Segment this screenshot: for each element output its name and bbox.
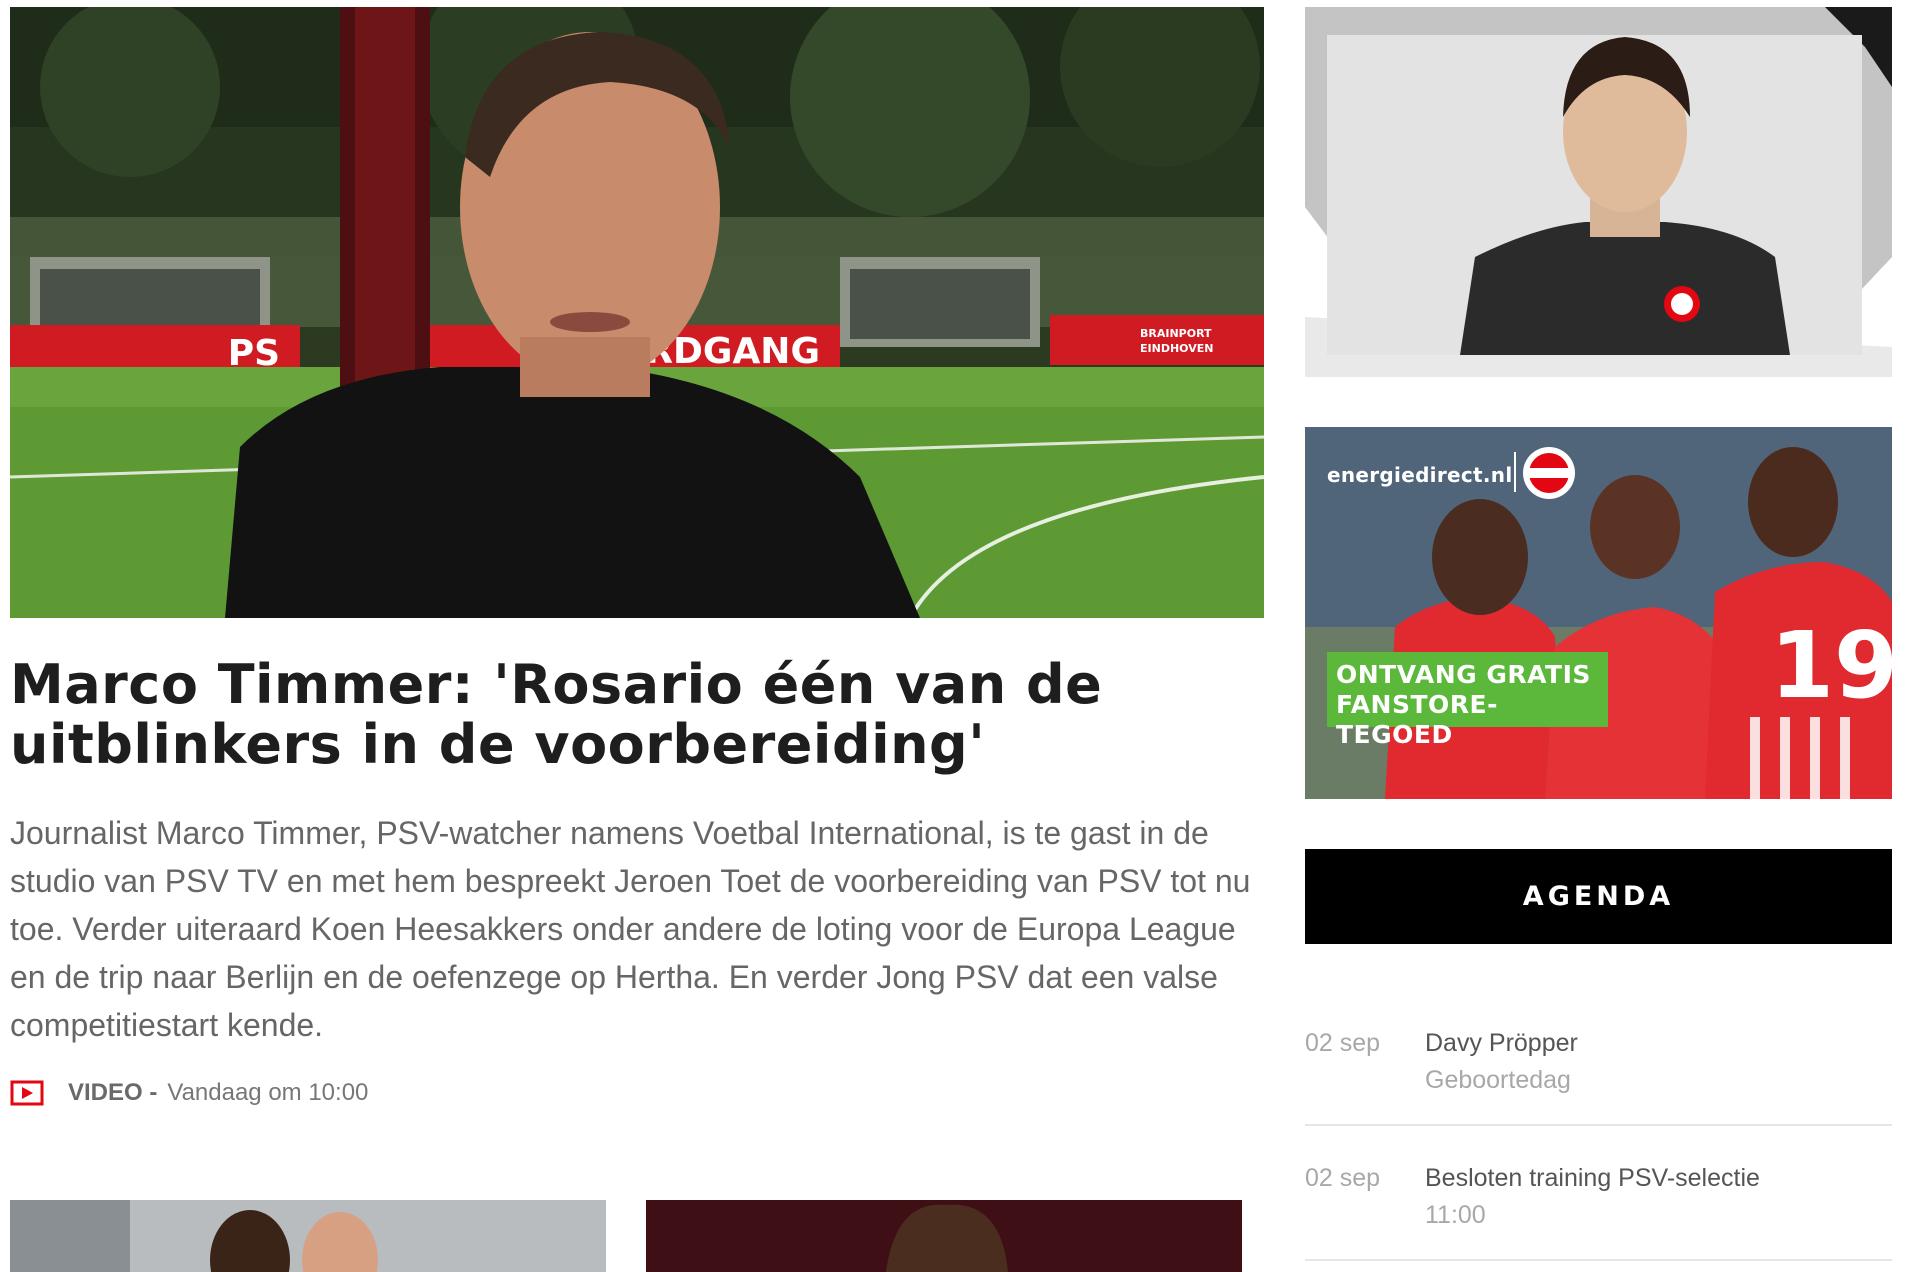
article-thumbnail[interactable] <box>10 1200 606 1272</box>
player-card-image[interactable] <box>1305 7 1892 377</box>
featured-summary: Journalist Marco Timmer, PSV-watcher nam… <box>10 815 1251 1043</box>
publish-time: Vandaag om 10:00 <box>167 1079 369 1106</box>
sign-right-text-2: EINDHOVEN <box>1140 342 1213 355</box>
agenda-item-title[interactable]: Davy Pröpper <box>1425 1029 1578 1058</box>
featured-meta: VIDEO - Vandaag om 10:00 <box>10 1075 368 1111</box>
sponsor-logo: energiedirect.nl <box>1327 463 1513 487</box>
agenda-item-date: 02 sep <box>1305 1164 1381 1192</box>
ad-cta-line-2: FANSTORE-TEGOED <box>1336 690 1498 749</box>
featured-headline[interactable]: Marco Timmer: 'Rosario één van de uitbli… <box>10 655 1240 775</box>
agenda-item-subtitle: 11:00 <box>1425 1201 1486 1229</box>
featured-article-image[interactable]: PS RDGANG BRAINPORT EINDHOVEN <box>10 7 1264 618</box>
agenda-item[interactable]: 02 sep Besloten training PSV-selectie 11… <box>1305 1155 1892 1261</box>
sponsor-ad-banner[interactable]: 19 energiedirect.nl ONTVANG GRATIS FANST… <box>1305 427 1892 799</box>
content-type-label: VIDEO - <box>68 1079 158 1106</box>
ad-cta-line-1: ONTVANG GRATIS <box>1336 660 1591 689</box>
article-thumbnail[interactable] <box>646 1200 1242 1272</box>
page: PS RDGANG BRAINPORT EINDHOVEN Marco Timm… <box>0 0 1914 1272</box>
sign-right-text-1: BRAINPORT <box>1140 327 1212 340</box>
play-icon <box>10 1080 44 1106</box>
agenda-item-subtitle: Geboortedag <box>1425 1066 1571 1094</box>
agenda-item[interactable]: 02 sep Davy Pröpper Geboortedag <box>1305 1020 1892 1126</box>
jersey-number: 19 <box>1770 612 1892 719</box>
agenda-header[interactable]: AGENDA <box>1305 849 1892 944</box>
agenda-item-title[interactable]: Besloten training PSV-selectie <box>1425 1164 1760 1193</box>
ad-cta-label[interactable]: ONTVANG GRATIS FANSTORE-TEGOED <box>1327 652 1608 749</box>
agenda-item-date: 02 sep <box>1305 1029 1381 1057</box>
